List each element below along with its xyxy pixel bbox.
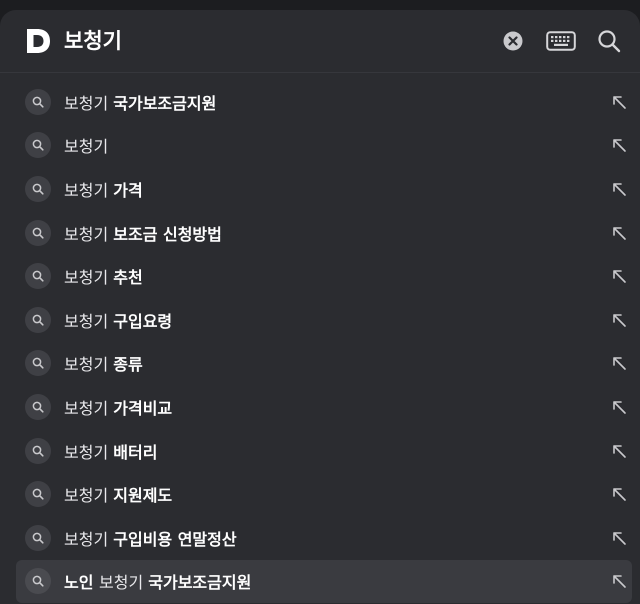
search-icon <box>25 132 51 159</box>
suggestion-label: 보청기 국가보조금지원 <box>64 90 216 114</box>
search-icon <box>25 263 51 290</box>
suggestion-suffix: 국가보조금지원 <box>148 573 252 593</box>
arrow-up-left-icon[interactable] <box>610 180 628 198</box>
keyboard-icon <box>546 31 576 51</box>
suggestion-item[interactable]: 보청기 배터리 <box>16 429 632 473</box>
suggestion-list: 보청기 국가보조금지원 보청기 보청기 가격 보청기 보조금 신청방법 보청기 … <box>16 80 632 604</box>
arrow-up-left-icon[interactable] <box>610 311 628 329</box>
suggestion-suffix: 배터리 <box>113 442 158 462</box>
suggestion-item[interactable]: 보청기 종류 <box>16 342 632 386</box>
search-button[interactable] <box>594 27 624 55</box>
suggestion-item[interactable]: 보청기 가격 <box>16 167 632 211</box>
suggestion-label: 보청기 배터리 <box>64 439 157 463</box>
arrow-up-left-icon[interactable] <box>610 136 628 154</box>
arrow-up-left-icon[interactable] <box>610 485 628 503</box>
suggestion-suffix: 구입요령 <box>113 311 173 331</box>
search-icon <box>25 306 51 333</box>
suggestion-prefix: 보청기 <box>64 529 114 549</box>
arrow-up-left-icon[interactable] <box>610 224 628 242</box>
search-icon <box>25 393 51 420</box>
suggestion-lead: 노인 <box>64 573 100 593</box>
suggestion-item[interactable]: 보청기 가격비교 <box>16 385 632 429</box>
suggestion-prefix: 보청기 <box>64 398 114 418</box>
search-icon <box>25 350 51 377</box>
search-icon <box>25 524 51 551</box>
suggestion-suffix: 구입비용 연말정산 <box>113 529 237 549</box>
clear-icon <box>503 31 523 51</box>
suggestion-label: 보청기 <box>64 133 108 157</box>
suggestion-prefix: 보청기 <box>64 442 114 462</box>
suggestion-suffix: 가격비교 <box>113 398 173 418</box>
arrow-up-left-icon[interactable] <box>610 267 628 285</box>
arrow-up-left-icon[interactable] <box>610 354 628 372</box>
suggestion-item[interactable]: 보청기 구입요령 <box>16 298 632 342</box>
search-icon <box>25 568 51 595</box>
daum-logo-icon[interactable] <box>24 28 52 54</box>
suggestion-suffix: 추천 <box>113 268 143 288</box>
suggestion-prefix: 보청기 <box>99 573 149 593</box>
suggestion-suffix: 종류 <box>113 355 143 375</box>
suggestion-label: 보청기 지원제도 <box>64 482 172 506</box>
suggestion-prefix: 보청기 <box>64 224 114 244</box>
suggestion-suffix: 가격 <box>113 180 143 200</box>
suggestion-item[interactable]: 보청기 <box>16 124 632 168</box>
suggestion-item[interactable]: 보청기 추천 <box>16 254 632 298</box>
search-icon <box>25 175 51 202</box>
suggestion-item[interactable]: 노인 보청기 국가보조금지원 <box>16 559 632 604</box>
suggestion-prefix: 보청기 <box>64 311 114 331</box>
suggestion-prefix: 보청기 <box>64 180 114 200</box>
suggestion-prefix: 보청기 <box>64 355 114 375</box>
suggestion-label: 보청기 가격 <box>64 177 143 201</box>
suggestion-label: 노인 보청기 국가보조금지원 <box>64 569 251 593</box>
arrow-up-left-icon[interactable] <box>610 398 628 416</box>
suggestion-prefix: 보청기 <box>64 137 109 157</box>
suggestion-label: 보청기 추천 <box>64 264 143 288</box>
suggestion-item[interactable]: 보청기 지원제도 <box>16 472 632 516</box>
suggestion-suffix: 지원제도 <box>113 486 173 506</box>
suggestion-label: 보청기 종류 <box>64 351 143 375</box>
suggestion-item[interactable]: 보청기 보조금 신청방법 <box>16 211 632 255</box>
arrow-up-left-icon[interactable] <box>610 93 628 111</box>
suggestion-suffix: 보조금 신청방법 <box>113 224 222 244</box>
suggestion-label: 보청기 보조금 신청방법 <box>64 221 222 245</box>
search-bar <box>0 10 640 73</box>
suggestion-prefix: 보청기 <box>64 486 114 506</box>
search-panel: 보청기 국가보조금지원 보청기 보청기 가격 <box>0 10 640 604</box>
arrow-up-left-icon[interactable] <box>610 442 628 460</box>
search-icon <box>25 481 51 508</box>
clear-button[interactable] <box>500 27 526 55</box>
search-input[interactable] <box>64 24 464 58</box>
suggestion-label: 보청기 구입요령 <box>64 308 172 332</box>
suggestion-label: 보청기 구입비용 연말정산 <box>64 526 237 550</box>
search-icon <box>25 437 51 464</box>
suggestion-suffix: 국가보조금지원 <box>113 93 217 113</box>
arrow-up-left-icon[interactable] <box>610 529 628 547</box>
suggestion-prefix: 보청기 <box>64 93 114 113</box>
suggestion-label: 보청기 가격비교 <box>64 395 172 419</box>
search-icon <box>25 219 51 246</box>
suggestion-item[interactable]: 보청기 국가보조금지원 <box>16 80 632 124</box>
suggestion-item[interactable]: 보청기 구입비용 연말정산 <box>16 516 632 560</box>
arrow-up-left-icon[interactable] <box>610 572 628 590</box>
search-icon <box>25 88 51 115</box>
keyboard-button[interactable] <box>544 27 578 55</box>
search-icon <box>598 30 621 53</box>
suggestion-prefix: 보청기 <box>64 268 114 288</box>
